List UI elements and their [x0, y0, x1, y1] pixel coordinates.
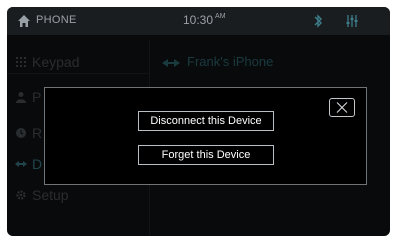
clock-ampm: AM — [215, 13, 226, 20]
close-icon — [336, 102, 348, 113]
device-options-dialog: Disconnect this Device Forget this Devic… — [44, 87, 367, 185]
forget-device-button[interactable]: Forget this Device — [138, 145, 274, 165]
phone-screen: PHONE 10:30 AM Keypad P R D Setup Frank'… — [7, 7, 390, 236]
status-bar: PHONE 10:30 AM — [7, 7, 390, 35]
disconnect-device-button[interactable]: Disconnect this Device — [138, 111, 274, 131]
clock-time: 10:30 — [183, 13, 214, 27]
app-title: PHONE — [36, 14, 77, 26]
bluetooth-icon — [314, 14, 322, 28]
home-icon[interactable] — [17, 14, 31, 28]
clock: 10:30 AM — [183, 13, 226, 27]
close-button[interactable] — [329, 98, 355, 117]
equalizer-icon[interactable] — [344, 13, 360, 29]
